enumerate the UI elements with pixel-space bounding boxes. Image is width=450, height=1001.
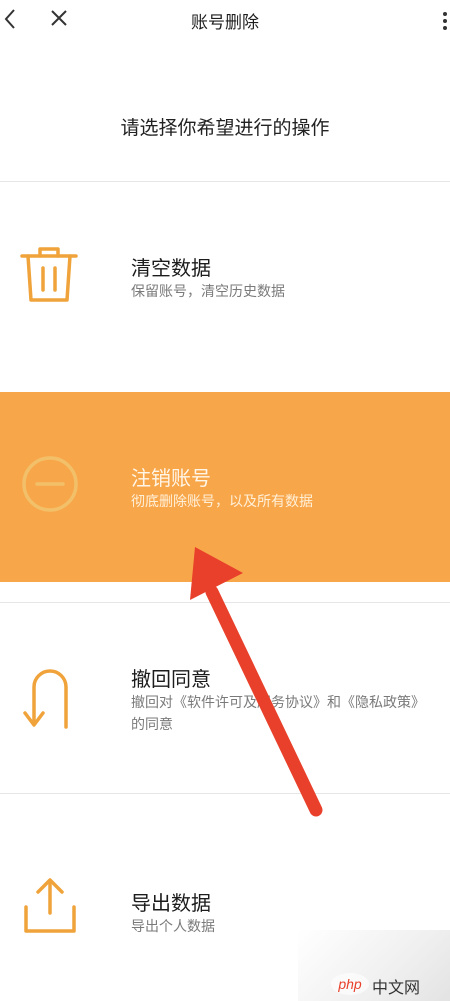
- minus-circle-icon: [22, 456, 78, 512]
- back-button[interactable]: [0, 4, 24, 34]
- export-icon: [24, 878, 76, 933]
- option-deactivate-account[interactable]: 注销账号 彻底删除账号，以及所有数据: [0, 392, 450, 582]
- option-description: 保留账号，清空历史数据: [131, 284, 285, 300]
- close-icon: [51, 10, 67, 26]
- trash-icon: [20, 247, 78, 302]
- watermark-text: 中文网: [372, 978, 421, 997]
- option-label: 注销账号: [131, 466, 211, 490]
- option-label: 清空数据: [131, 256, 211, 280]
- option-description: 彻底删除账号，以及所有数据: [131, 494, 313, 510]
- option-description: 撤回对《软件许可及服务协议》和《隐私政策》的同意: [131, 695, 418, 733]
- divider: [0, 793, 450, 794]
- top-bar: 账号删除: [0, 0, 450, 40]
- watermark: php 中文网: [330, 968, 450, 1001]
- svg-text:php: php: [337, 976, 362, 992]
- more-button[interactable]: [430, 4, 450, 34]
- u-turn-arrow-icon: [23, 669, 68, 729]
- option-label: 导出数据: [131, 891, 211, 915]
- option-label: 撤回同意: [131, 667, 211, 691]
- more-vertical-icon: [443, 12, 447, 30]
- option-description: 导出个人数据: [131, 919, 215, 935]
- account-deletion-screen: 账号删除 请选择你希望进行的操作 清空数据 保留账号，清空历史数据 注销账号 彻…: [0, 0, 450, 1001]
- instruction-text: 请选择你希望进行的操作: [120, 117, 330, 139]
- chevron-left-icon: [4, 9, 15, 29]
- close-button[interactable]: [46, 6, 72, 32]
- option-clear-data[interactable]: 清空数据 保留账号，清空历史数据: [0, 182, 450, 364]
- option-withdraw-consent[interactable]: 撤回同意 撤回对《软件许可及服务协议》和《隐私政策》的同意: [0, 603, 450, 793]
- php-logo-icon: php: [331, 973, 369, 995]
